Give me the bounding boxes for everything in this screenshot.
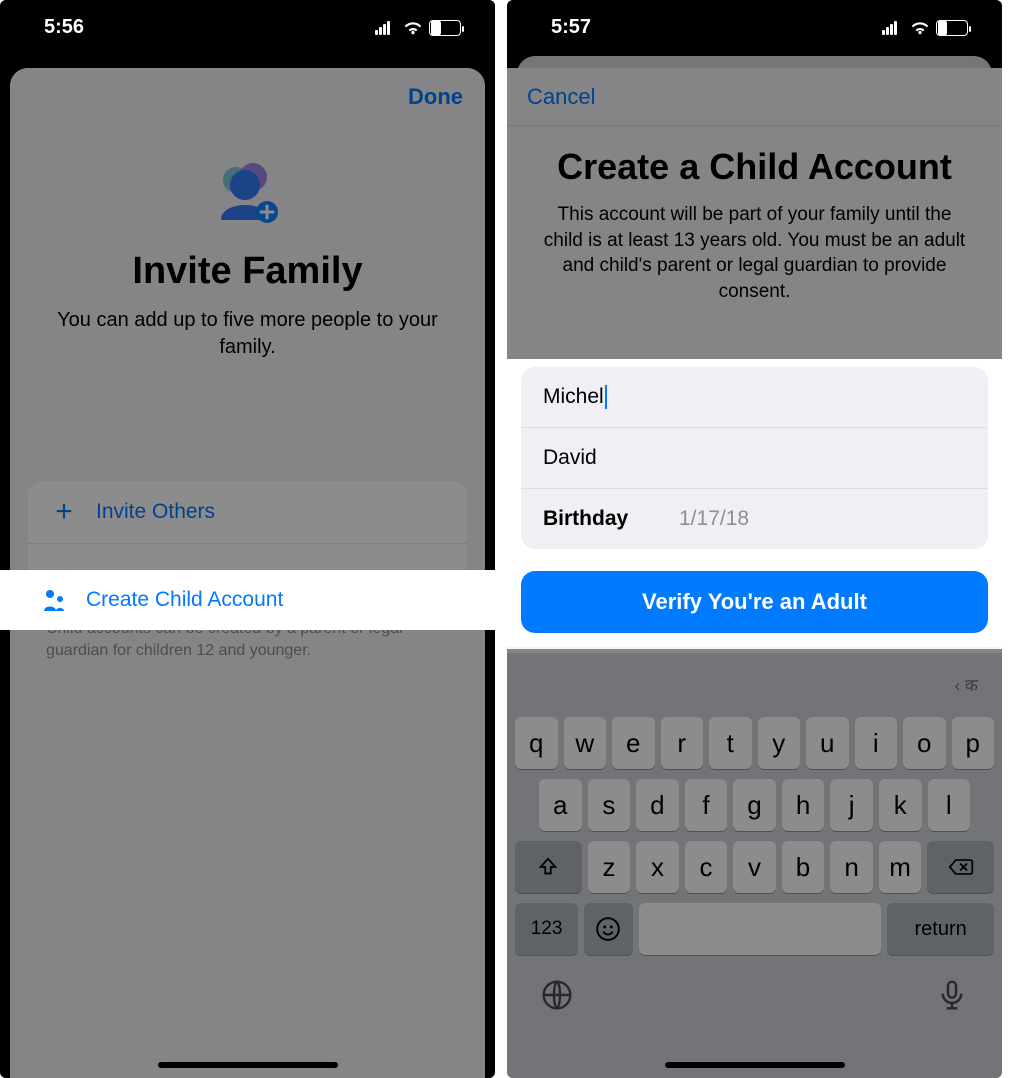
key-b[interactable]: b: [782, 841, 825, 893]
key-a[interactable]: a: [539, 779, 582, 831]
status-time: 5:57: [551, 16, 591, 39]
status-bar: 5:56 32: [0, 0, 495, 55]
key-o[interactable]: o: [903, 717, 946, 769]
key-j[interactable]: j: [830, 779, 873, 831]
key-n[interactable]: n: [830, 841, 873, 893]
family-icon: [40, 587, 68, 613]
keyboard-bottom-row: [513, 965, 996, 1016]
key-i[interactable]: i: [855, 717, 898, 769]
invite-others-row[interactable]: + Invite Others: [28, 481, 467, 544]
keyboard-row-2: asdfghjkl: [513, 779, 996, 831]
page-title: Invite Family: [30, 250, 465, 293]
invite-others-label: Invite Others: [96, 500, 215, 524]
first-name-field[interactable]: Michel: [521, 367, 988, 428]
family-hero-icon: [10, 160, 485, 230]
dictation-key[interactable]: [936, 979, 968, 1016]
last-name-field[interactable]: David: [521, 428, 988, 489]
battery-icon: 32: [429, 20, 461, 36]
wifi-icon: [403, 20, 423, 36]
first-name-value: Michel: [543, 385, 607, 409]
keyboard-row-1: qwertyuiop: [513, 717, 996, 769]
key-k[interactable]: k: [879, 779, 922, 831]
battery-percent: 31: [937, 21, 967, 35]
status-bar: 5:57 31: [507, 0, 1002, 55]
space-key[interactable]: [639, 903, 882, 955]
key-q[interactable]: q: [515, 717, 558, 769]
key-v[interactable]: v: [733, 841, 776, 893]
home-indicator[interactable]: [665, 1062, 845, 1068]
status-time: 5:56: [44, 16, 84, 39]
birthday-field[interactable]: Birthday 1/17/18: [521, 489, 988, 549]
key-y[interactable]: y: [758, 717, 801, 769]
plus-icon: +: [50, 497, 78, 527]
status-indicators: 31: [882, 20, 968, 36]
key-z[interactable]: z: [588, 841, 631, 893]
key-g[interactable]: g: [733, 779, 776, 831]
phone-create-child: 5:57 31 Cancel Create a Child Account Th…: [507, 0, 1002, 1078]
backspace-key[interactable]: [927, 841, 994, 893]
shift-key[interactable]: [515, 841, 582, 893]
cancel-button[interactable]: Cancel: [527, 84, 595, 110]
globe-key[interactable]: [541, 979, 573, 1016]
highlight-strip: Michel David Birthday 1/17/18 Verify You…: [507, 359, 1002, 647]
key-w[interactable]: w: [564, 717, 607, 769]
child-info-form: Michel David Birthday 1/17/18: [521, 367, 988, 549]
page-subtitle: This account will be part of your family…: [541, 202, 968, 305]
create-child-account-label: Create Child Account: [86, 588, 283, 612]
verify-adult-button[interactable]: Verify You're an Adult: [521, 571, 988, 633]
sheet-header: Cancel: [507, 68, 1002, 126]
battery-percent: 32: [430, 21, 460, 35]
battery-icon: 31: [936, 20, 968, 36]
home-indicator[interactable]: [158, 1062, 338, 1068]
birthday-label: Birthday: [543, 507, 653, 531]
cellular-signal-icon: [375, 21, 397, 35]
key-u[interactable]: u: [806, 717, 849, 769]
keyboard-row-4: 123 return: [513, 903, 996, 955]
keyboard-suggestion-bar[interactable]: ‹ क: [513, 661, 996, 707]
last-name-value: David: [543, 446, 597, 470]
key-l[interactable]: l: [928, 779, 971, 831]
create-child-account-row[interactable]: Create Child Account: [18, 570, 477, 630]
key-s[interactable]: s: [588, 779, 631, 831]
key-h[interactable]: h: [782, 779, 825, 831]
key-e[interactable]: e: [612, 717, 655, 769]
page-subtitle: You can add up to five more people to yo…: [40, 307, 455, 361]
status-indicators: 32: [375, 20, 461, 36]
key-d[interactable]: d: [636, 779, 679, 831]
return-key[interactable]: return: [887, 903, 994, 955]
key-m[interactable]: m: [879, 841, 922, 893]
page-title: Create a Child Account: [517, 146, 992, 188]
keyboard[interactable]: ‹ क qwertyuiop asdfghjkl zxcvbnm 123 re t: [507, 653, 1002, 1078]
highlight-strip: Create Child Account: [0, 570, 495, 630]
birthday-value: 1/17/18: [679, 507, 749, 531]
emoji-key[interactable]: [584, 903, 633, 955]
key-f[interactable]: f: [685, 779, 728, 831]
numbers-key[interactable]: 123: [515, 903, 578, 955]
key-p[interactable]: p: [952, 717, 995, 769]
keyboard-row-3: zxcvbnm: [513, 841, 996, 893]
wifi-icon: [910, 20, 930, 36]
key-r[interactable]: r: [661, 717, 704, 769]
keyboard-language-hint[interactable]: ‹ क: [955, 673, 978, 696]
key-c[interactable]: c: [685, 841, 728, 893]
phone-invite-family: 5:56 32 Done: [0, 0, 495, 1078]
done-button[interactable]: Done: [408, 84, 463, 110]
key-x[interactable]: x: [636, 841, 679, 893]
cellular-signal-icon: [882, 21, 904, 35]
sheet-header: Done: [10, 68, 485, 126]
key-t[interactable]: t: [709, 717, 752, 769]
